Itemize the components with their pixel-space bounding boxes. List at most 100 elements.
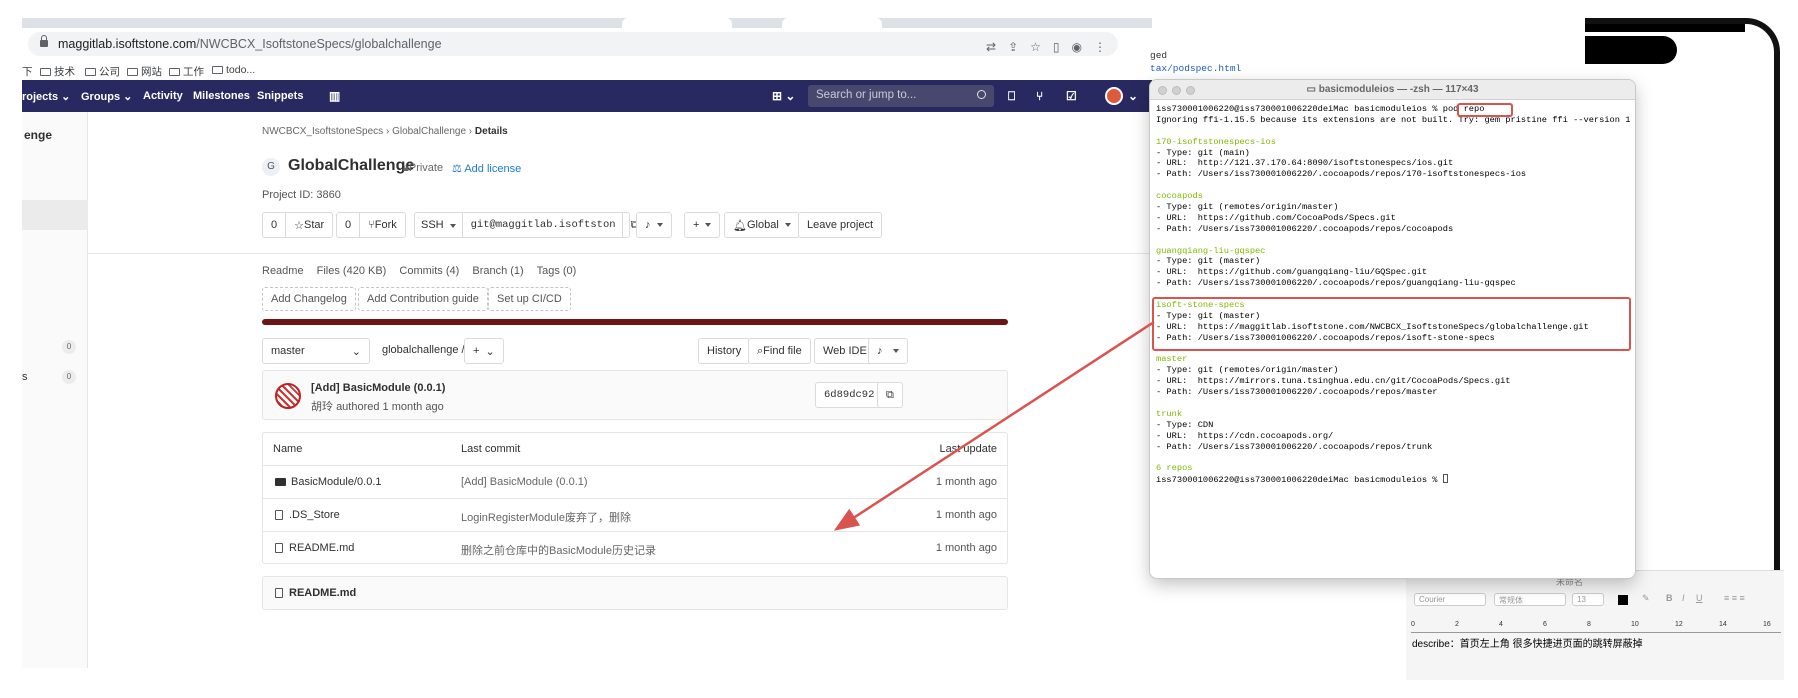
- star-icon: ☆: [294, 219, 304, 232]
- file-name[interactable]: .DS_Store: [275, 509, 340, 521]
- folder-icon: [127, 68, 138, 76]
- leave-project-button[interactable]: Leave project: [798, 212, 883, 238]
- commit-sha[interactable]: 6d89dc92: [815, 382, 884, 408]
- add-to-tree-dropdown[interactable]: + ⌄: [464, 338, 504, 364]
- chart-icon[interactable]: ▥: [329, 89, 340, 103]
- user-avatar[interactable]: [1105, 87, 1123, 105]
- table-row[interactable]: .DS_Store LoginRegisterModule废弃了，删除 1 mo…: [263, 499, 1007, 532]
- sidebar-item-issues[interactable]: 0: [22, 332, 88, 362]
- bold-icon[interactable]: B: [1666, 593, 1673, 603]
- repo-path: - Path: /Users/iss730001006220/.cocoapod…: [1156, 441, 1433, 452]
- more-menu-icon[interactable]: ⋮: [1094, 40, 1106, 54]
- plus-icon: +: [693, 219, 700, 231]
- file-name[interactable]: BasicModule/0.0.1: [275, 476, 382, 488]
- nav-groups[interactable]: Groups ⌄: [81, 90, 132, 103]
- project-main: NWCBCX_IsoftstoneSpecs › GlobalChallenge…: [88, 112, 1152, 668]
- project-stats: Readme Files (420 KB) Commits (4) Branch…: [262, 265, 586, 277]
- translate-icon[interactable]: ⇄: [986, 40, 996, 54]
- bookmark-folder[interactable]: 工作: [169, 64, 204, 79]
- merge-request-icon[interactable]: ⑂: [1036, 89, 1043, 103]
- url-input[interactable]: maggitlab.isoftstone.com/NWCBCX_Isoftsto…: [28, 32, 1118, 56]
- commits-link[interactable]: Commits (4): [399, 265, 459, 277]
- bookmark-item[interactable]: 下: [22, 64, 33, 79]
- notifications-dropdown[interactable]: ♪: [636, 212, 672, 238]
- background-text: ged: [1150, 50, 1168, 61]
- readme-link[interactable]: Readme: [262, 265, 304, 277]
- files-link[interactable]: Files (420 KB): [317, 265, 387, 277]
- commit-title[interactable]: [Add] BasicModule (0.0.1): [311, 382, 445, 394]
- history-button[interactable]: History: [698, 338, 751, 364]
- share-icon[interactable]: ⇪: [1008, 40, 1018, 54]
- sidepanel-icon[interactable]: ▯: [1053, 40, 1060, 54]
- repo-type: - Type: git (remotes/origin/master): [1156, 202, 1339, 213]
- nav-milestones[interactable]: Milestones: [193, 90, 250, 102]
- license-icon: ⚖: [452, 163, 465, 175]
- protocol-dropdown[interactable]: SSH: [415, 219, 462, 231]
- clone-url-input[interactable]: git@maggitlab.isoftston: [461, 213, 622, 237]
- browser-tab[interactable]: [782, 18, 882, 28]
- nav-projects[interactable]: rojects ⌄: [22, 90, 70, 103]
- sidebar-item[interactable]: [22, 170, 88, 200]
- bookmark-star-icon[interactable]: ☆: [1030, 40, 1041, 54]
- terminal-output[interactable]: iss730001006220@iss730001006220deiMac ba…: [1156, 104, 1631, 485]
- add-dropdown[interactable]: +: [684, 212, 721, 238]
- table-row[interactable]: BasicModule/0.0.1 [Add] BasicModule (0.0…: [263, 466, 1007, 499]
- bookmark-folder[interactable]: 网站: [127, 64, 162, 79]
- author-avatar[interactable]: [275, 383, 301, 409]
- font-family-select[interactable]: Courier: [1414, 593, 1486, 606]
- copy-sha-icon[interactable]: ⧉: [877, 382, 903, 408]
- plus-square-icon[interactable]: ⊞ ⌄: [772, 89, 795, 103]
- ruler-tick: 16: [1763, 621, 1771, 628]
- todo-icon[interactable]: ☑: [1066, 89, 1077, 103]
- add-changelog-button[interactable]: Add Changelog: [262, 287, 356, 311]
- ruler: 0 2 4 6 8 10 12 14 16: [1411, 619, 1781, 633]
- web-ide-button[interactable]: Web IDE: [814, 338, 876, 364]
- clone-dropdown[interactable]: ♪: [868, 338, 908, 364]
- lock-icon[interactable]: [40, 35, 48, 47]
- font-style-select[interactable]: 常规体: [1494, 593, 1566, 606]
- sidebar-project-title[interactable]: enge: [22, 120, 88, 150]
- bookmark-folder[interactable]: 技术: [40, 64, 75, 79]
- align-icons[interactable]: ≡ ≡ ≡: [1724, 593, 1745, 603]
- underline-icon[interactable]: U: [1696, 593, 1703, 603]
- notification-level-dropdown[interactable]: 🔔︎ Global: [724, 212, 800, 238]
- browser-tab[interactable]: [622, 18, 732, 28]
- highlight-icon[interactable]: ✎: [1642, 593, 1650, 604]
- star-button[interactable]: 0 ☆ Star: [262, 212, 334, 238]
- branch-dropdown[interactable]: master ⌄: [262, 338, 370, 364]
- breadcrumb-group[interactable]: NWCBCX_IsoftstoneSpecs: [262, 126, 383, 137]
- editor-text[interactable]: describe：首页左上角 很多快捷进页面的跳转屏蔽掉: [1412, 635, 1643, 650]
- file-commit[interactable]: LoginRegisterModule废弃了，删除: [461, 509, 631, 525]
- profile-icon[interactable]: ◉: [1072, 40, 1082, 54]
- col-last-commit: Last commit: [461, 443, 521, 455]
- nav-activity[interactable]: Activity: [143, 90, 183, 102]
- nav-snippets[interactable]: Snippets: [257, 90, 303, 102]
- sidebar-item-merge-requests[interactable]: s0: [22, 362, 88, 392]
- commit-author[interactable]: 胡玲: [311, 401, 333, 413]
- bookmark-folder[interactable]: todo...: [212, 64, 255, 76]
- chevron-down-icon[interactable]: ⌄: [1128, 89, 1138, 103]
- file-updated: 1 month ago: [935, 509, 997, 521]
- file-commit[interactable]: [Add] BasicModule (0.0.1): [461, 476, 588, 488]
- font-size-select[interactable]: 13: [1572, 593, 1604, 606]
- italic-icon[interactable]: I: [1682, 593, 1685, 603]
- breadcrumb-project[interactable]: GlobalChallenge: [392, 126, 466, 137]
- issues-icon[interactable]: ⎕: [1008, 89, 1015, 104]
- file-commit[interactable]: 删除之前仓库中的BasicModule历史记录: [461, 542, 656, 558]
- table-row[interactable]: README.md 删除之前仓库中的BasicModule历史记录 1 mont…: [263, 532, 1007, 565]
- sidebar-item-active[interactable]: [22, 200, 88, 230]
- add-license-link[interactable]: ⚖ Add license: [452, 162, 521, 175]
- repo-name: 170-isoftstonespecs-ios: [1156, 136, 1276, 147]
- bookmark-folder[interactable]: 公司: [85, 64, 120, 79]
- search-input[interactable]: Search or jump to...: [808, 85, 994, 107]
- repo-path-root[interactable]: globalchallenge: [382, 344, 458, 356]
- branch-link[interactable]: Branch (1): [472, 265, 523, 277]
- color-swatch[interactable]: [1618, 595, 1628, 605]
- file-name[interactable]: README.md: [275, 542, 354, 554]
- fork-button[interactable]: 0 ⑂ Fork: [336, 212, 406, 238]
- tags-link[interactable]: Tags (0): [537, 265, 577, 277]
- add-contribution-guide-button[interactable]: Add Contribution guide: [358, 287, 488, 311]
- col-name: Name: [273, 443, 303, 455]
- find-file-button[interactable]: ⌕ Find file: [748, 338, 811, 364]
- setup-cicd-button[interactable]: Set up CI/CD: [488, 287, 571, 311]
